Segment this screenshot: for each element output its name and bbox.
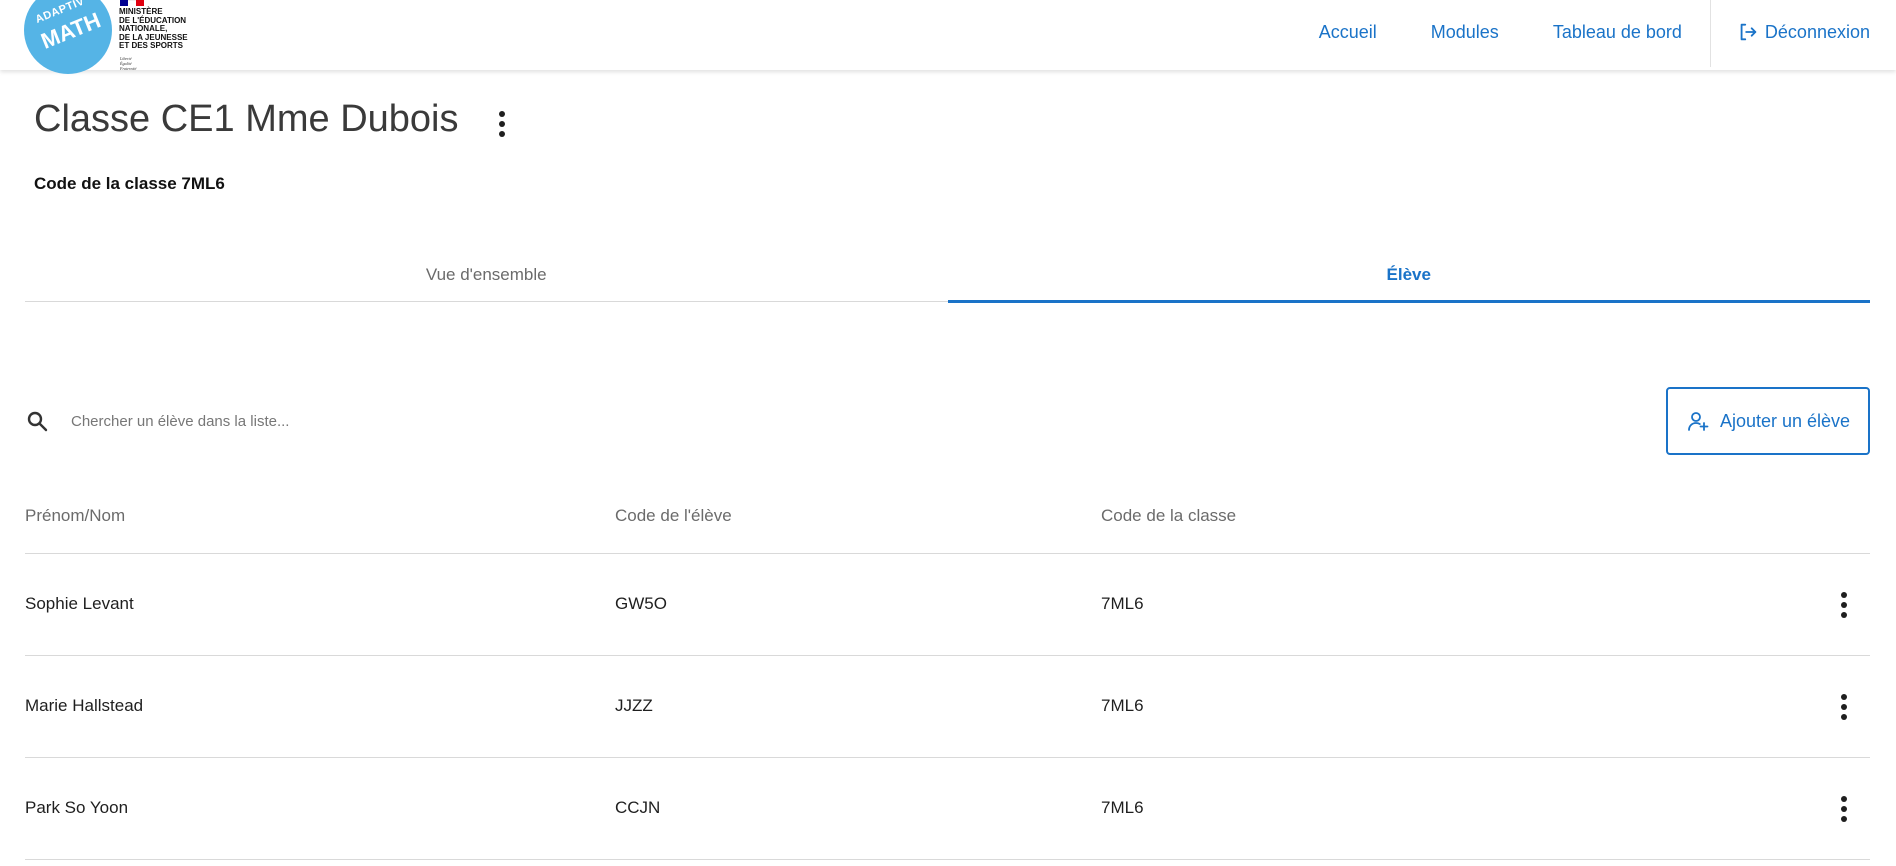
logout-icon bbox=[1740, 23, 1757, 41]
add-student-label: Ajouter un élève bbox=[1719, 410, 1851, 431]
search-icon bbox=[27, 411, 48, 432]
page-title: Classe CE1 Mme Dubois bbox=[34, 98, 459, 140]
ministry-logo-text: MINISTÈRE DE L'ÉDUCATION NATIONALE, DE L… bbox=[119, 7, 188, 50]
class-code: Code de la classe 7ML6 bbox=[34, 174, 225, 194]
class-code-label: Code de la classe bbox=[34, 174, 177, 193]
column-header-student-code[interactable]: Code de l'élève bbox=[615, 506, 732, 526]
column-header-class-code[interactable]: Code de la classe bbox=[1101, 506, 1236, 526]
ministry-motto: Liberté Égalité Fraternité bbox=[120, 56, 137, 71]
table-row: Sophie Levant GW5O 7ML6 bbox=[25, 554, 1870, 656]
class-more-options-icon[interactable] bbox=[490, 108, 514, 140]
table-row: Marie Hallstead JJZZ 7ML6 bbox=[25, 656, 1870, 758]
tab-students[interactable]: Élève bbox=[947, 248, 1871, 303]
tab-bar: Vue d'ensemble Élève bbox=[25, 248, 1871, 303]
class-code-value: 7ML6 bbox=[181, 174, 225, 193]
column-header-name[interactable]: Prénom/Nom bbox=[25, 506, 125, 526]
student-name: Park So Yoon bbox=[25, 798, 129, 817]
logout-label: Déconnexion bbox=[1764, 21, 1870, 42]
student-code: GW5O bbox=[615, 594, 667, 613]
student-code: JJZZ bbox=[615, 696, 653, 715]
logout-button[interactable]: Déconnexion bbox=[1737, 21, 1870, 43]
row-more-options-icon[interactable] bbox=[1832, 794, 1856, 824]
nav-modules-link[interactable]: Modules bbox=[1431, 22, 1499, 43]
main-nav: Accueil Modules Tableau de bord Déconnex… bbox=[1265, 0, 1896, 67]
nav-dashboard-link[interactable]: Tableau de bord bbox=[1553, 22, 1682, 43]
student-class-code: 7ML6 bbox=[1101, 594, 1144, 613]
student-code: CCJN bbox=[615, 798, 661, 817]
tab-overview[interactable]: Vue d'ensemble bbox=[25, 248, 948, 301]
french-flag-icon bbox=[120, 0, 144, 6]
row-more-options-icon[interactable] bbox=[1832, 590, 1856, 620]
add-student-button[interactable]: Ajouter un élève bbox=[1666, 387, 1870, 455]
adaptiv-math-logo[interactable]: ADAPTIV' MATH bbox=[24, 0, 112, 74]
search-input[interactable] bbox=[71, 412, 471, 430]
student-class-code: 7ML6 bbox=[1101, 798, 1144, 817]
nav-divider bbox=[1709, 0, 1711, 67]
table-row: Park So Yoon CCJN 7ML6 bbox=[25, 758, 1870, 860]
top-header: ADAPTIV' MATH MINISTÈRE DE L'ÉDUCATION N… bbox=[0, 0, 1896, 74]
student-name: Sophie Levant bbox=[25, 594, 134, 613]
students-table-header: Prénom/Nom Code de l'élève Code de la cl… bbox=[25, 494, 1870, 554]
add-user-icon bbox=[1688, 412, 1709, 431]
row-more-options-icon[interactable] bbox=[1832, 692, 1856, 722]
student-name: Marie Hallstead bbox=[25, 696, 144, 715]
student-search bbox=[25, 404, 625, 438]
student-class-code: 7ML6 bbox=[1101, 696, 1144, 715]
nav-home-link[interactable]: Accueil bbox=[1319, 22, 1377, 43]
